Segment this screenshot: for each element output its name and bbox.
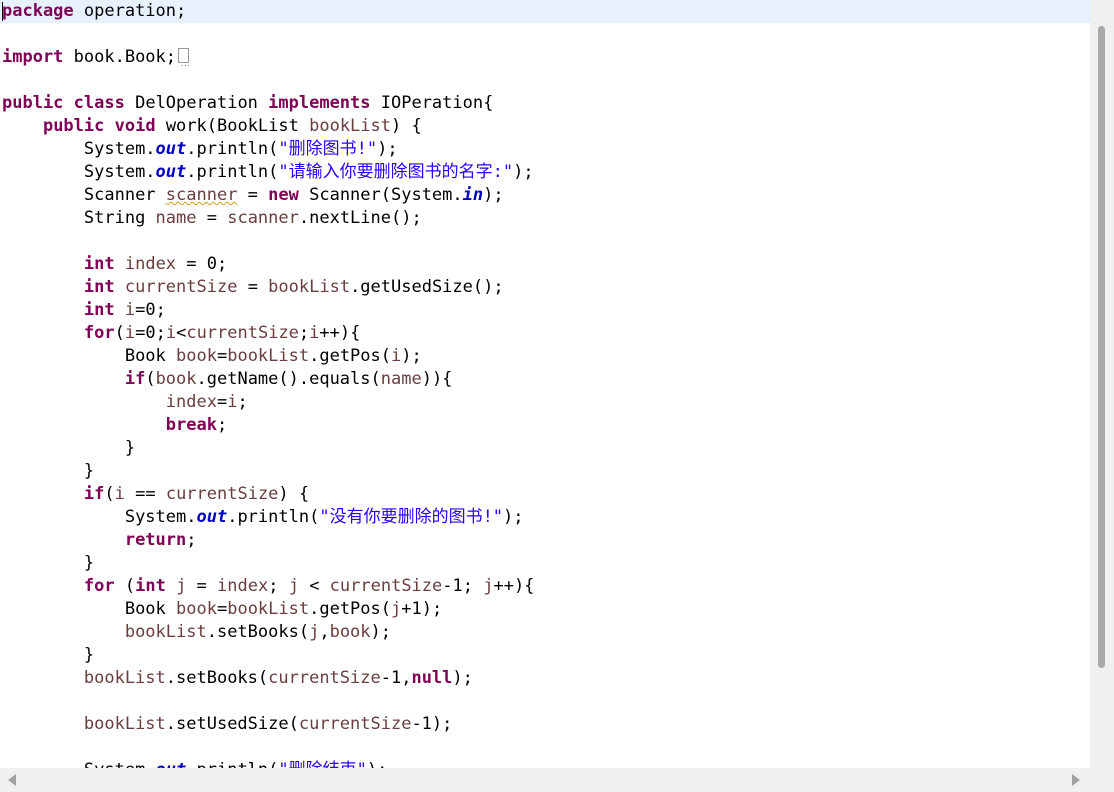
code-line-26[interactable]: for (int j = index; j < currentSize-1; j…	[2, 575, 535, 598]
vertical-scroll-thumb[interactable]	[1098, 26, 1105, 668]
code-line-24[interactable]: return;	[2, 529, 534, 552]
code-editor[interactable]: package operation; import book.Book; pub…	[0, 0, 1090, 768]
code-line-19[interactable]: break;	[2, 414, 534, 437]
code-line-21[interactable]: }	[2, 460, 534, 483]
vertical-scrollbar[interactable]	[1090, 0, 1114, 768]
code-line-31[interactable]	[2, 690, 534, 713]
code-line-1[interactable]: package operation;	[2, 0, 534, 23]
code-line-4[interactable]	[2, 69, 534, 92]
horizontal-scrollbar[interactable]	[0, 768, 1114, 792]
code-line-10[interactable]: String name = scanner.nextLine();	[2, 207, 534, 230]
code-line-32[interactable]: bookList.setUsedSize(currentSize-1);	[2, 713, 534, 736]
code-line-12[interactable]: int index = 0;	[2, 253, 534, 276]
code-line-13[interactable]: int currentSize = bookList.getUsedSize()…	[2, 276, 534, 299]
code-line-27[interactable]: Book book=bookList.getPos(j+1);	[2, 598, 534, 621]
scroll-right-arrow-icon[interactable]	[1072, 774, 1080, 786]
code-line-17[interactable]: if(book.getName().equals(name)){	[2, 368, 534, 391]
scroll-left-arrow-icon[interactable]	[8, 774, 16, 786]
code-line-9[interactable]: Scanner scanner = new Scanner(System.in)…	[2, 184, 534, 207]
code-line-6[interactable]: public void work(BookList bookList) {	[2, 115, 534, 138]
code-line-8[interactable]: System.out.println("请输入你要删除图书的名字:");	[2, 161, 534, 184]
code-lines: package operation; import book.Book; pub…	[2, 0, 534, 768]
code-line-29[interactable]: }	[2, 644, 534, 667]
code-line-15[interactable]: for(i=0;i<currentSize;i++){	[2, 322, 534, 345]
code-line-22[interactable]: if(i == currentSize) {	[2, 483, 534, 506]
code-line-33[interactable]	[2, 736, 534, 759]
code-line-28[interactable]: bookList.setBooks(j,book);	[2, 621, 534, 644]
code-line-7[interactable]: System.out.println("删除图书!");	[2, 138, 534, 161]
code-line-16[interactable]: Book book=bookList.getPos(i);	[2, 345, 534, 368]
collapsed-imports-icon[interactable]	[178, 47, 190, 76]
code-line-34[interactable]: System.out.println("删除结束");	[2, 759, 534, 768]
code-line-5[interactable]: public class DelOperation implements IOP…	[2, 92, 534, 115]
unclosed-resource-warning[interactable]: scanner	[166, 185, 238, 205]
code-line-2[interactable]	[2, 23, 534, 46]
code-line-14[interactable]: int i=0;	[2, 299, 534, 322]
code-line-23[interactable]: System.out.println("没有你要删除的图书!");	[2, 506, 534, 529]
code-line-11[interactable]	[2, 230, 534, 253]
code-line-18[interactable]: index=i;	[2, 391, 534, 414]
code-line-30[interactable]: bookList.setBooks(currentSize-1,null);	[2, 667, 534, 690]
code-line-25[interactable]: }	[2, 552, 534, 575]
code-line-20[interactable]: }	[2, 437, 534, 460]
code-line-3[interactable]: import book.Book;	[2, 46, 534, 76]
